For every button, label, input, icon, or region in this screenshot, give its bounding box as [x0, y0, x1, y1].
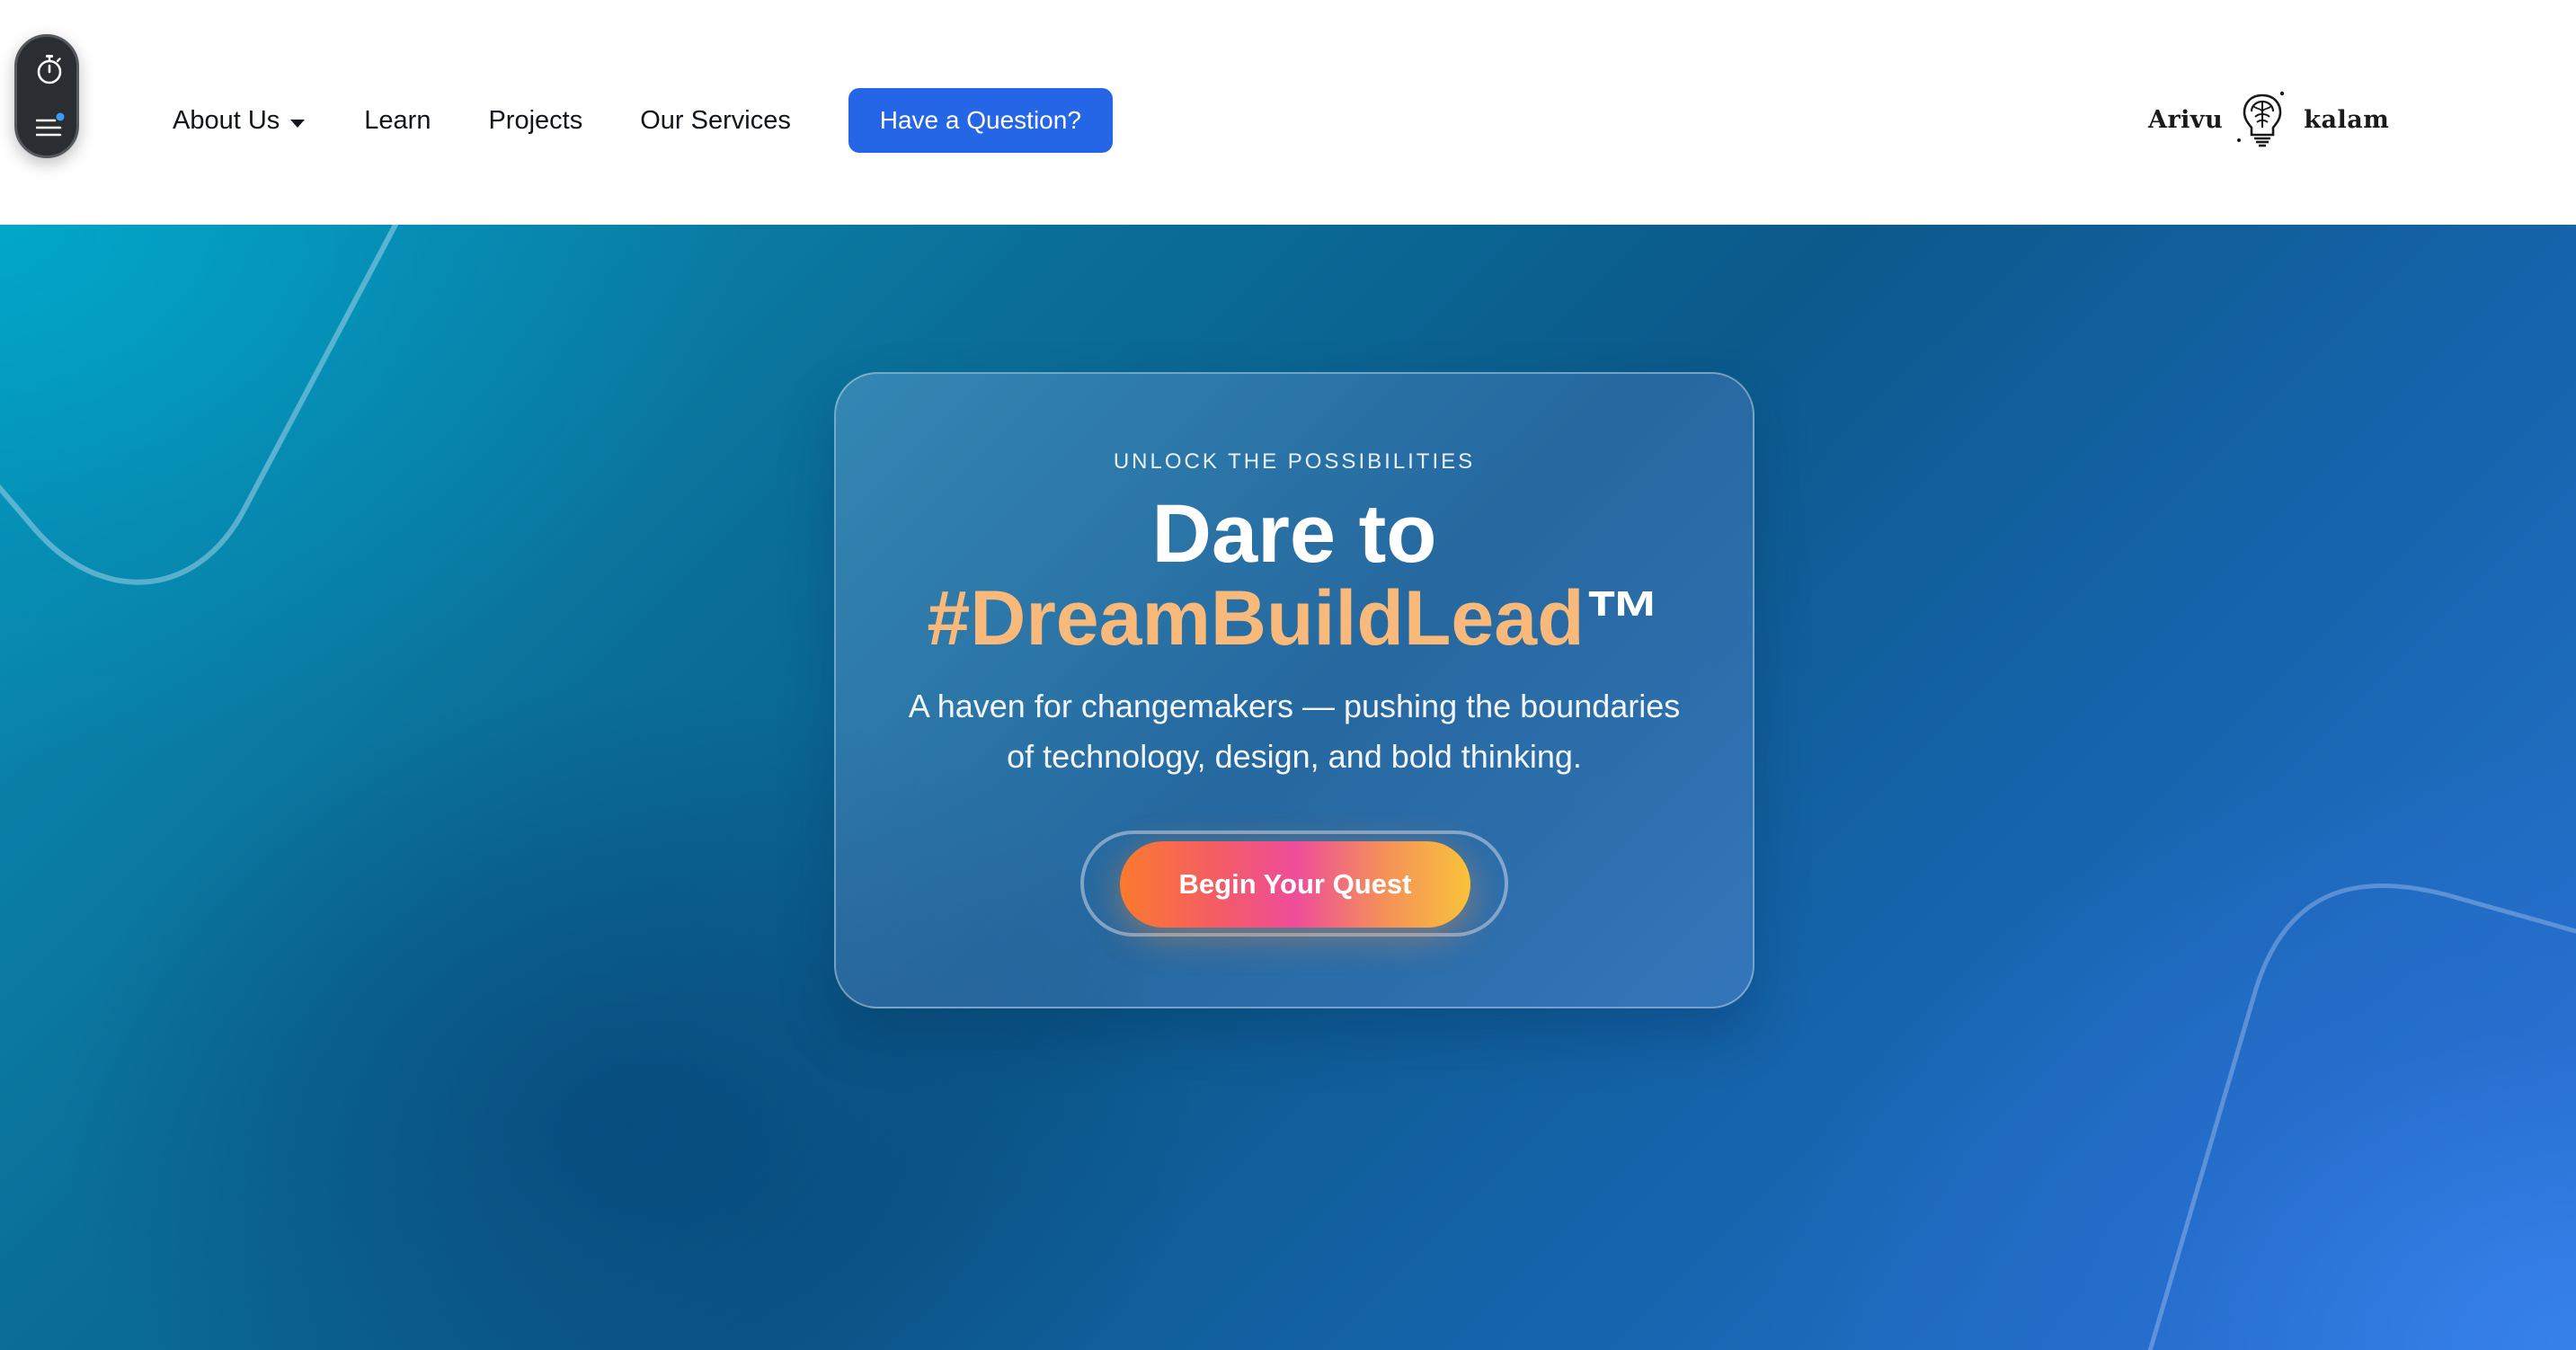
- logo-word-arivu: Arivu: [2148, 105, 2224, 134]
- nav-our-services[interactable]: Our Services: [640, 106, 791, 136]
- hero-subtitle: A haven for changemakers — pushing the b…: [890, 681, 1699, 782]
- main-nav: About Us Learn Projects Our Services Hav…: [173, 0, 1113, 241]
- hero-eyebrow: UNLOCK THE POSSIBILITIES: [1113, 449, 1476, 474]
- have-a-question-button[interactable]: Have a Question?: [848, 88, 1113, 153]
- notification-dot: [56, 112, 65, 121]
- hero-subtitle-line1: A haven for changemakers — pushing the b…: [908, 688, 1681, 724]
- site-header: About Us Learn Projects Our Services Hav…: [0, 0, 2576, 225]
- hero-section: UNLOCK THE POSSIBILITIES Dare to #DreamB…: [0, 225, 2576, 1350]
- floating-tool-widget[interactable]: [14, 34, 79, 158]
- hero-card: UNLOCK THE POSSIBILITIES Dare to #DreamB…: [834, 372, 1754, 1008]
- menu-icon[interactable]: [36, 112, 65, 139]
- timer-icon[interactable]: [36, 55, 63, 85]
- caret-down-icon: [290, 119, 306, 128]
- hero-hashtag: #DreamBuildLead: [927, 575, 1585, 662]
- trademark-symbol: ™: [1584, 575, 1662, 662]
- nav-about-us-label: About Us: [173, 105, 280, 135]
- hero-headline-line2: #DreamBuildLead™: [836, 573, 1753, 663]
- logo-word-kalam: kalam: [2304, 105, 2390, 134]
- hero-subtitle-line2: of technology, design, and bold thinking…: [1007, 738, 1582, 775]
- begin-your-quest-button[interactable]: Begin Your Quest: [1120, 841, 1470, 928]
- nav-learn[interactable]: Learn: [364, 106, 431, 136]
- site-logo[interactable]: Arivu kalam: [2148, 88, 2389, 151]
- nav-about-us[interactable]: About Us: [173, 105, 306, 136]
- hero-headline-line1: Dare to: [1151, 488, 1437, 580]
- nav-projects[interactable]: Projects: [488, 106, 582, 136]
- lightbulb-brain-icon: [2237, 91, 2285, 147]
